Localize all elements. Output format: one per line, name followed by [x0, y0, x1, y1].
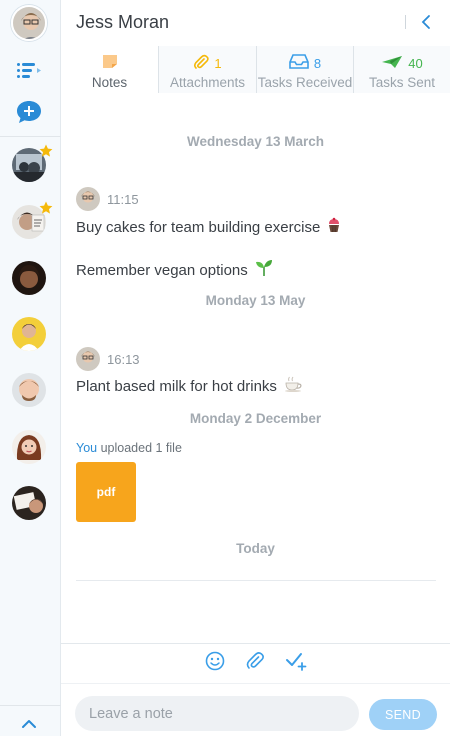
cupcake-icon — [326, 217, 342, 237]
hot-drink-icon — [283, 376, 303, 396]
contact-avatar-6[interactable] — [12, 430, 46, 464]
star-icon — [39, 201, 53, 214]
tab-label: Notes — [91, 75, 128, 90]
notes-feed: Wednesday 13 March 11:15 Buy cakes for t… — [61, 93, 450, 643]
send-button[interactable]: SEND — [369, 699, 437, 730]
note-text: Buy cakes for team building exercise — [76, 217, 342, 237]
note-text-content: Remember vegan options — [76, 261, 248, 279]
upload-author[interactable]: You — [76, 441, 97, 455]
note-input[interactable] — [75, 696, 359, 731]
tab-bar: Notes 1 Attachments 8 Tasks Received 40 … — [61, 46, 450, 93]
add-task-icon[interactable] — [285, 651, 307, 676]
notes-panel: Jess Moran Notes 1 Attachments 8 Tasks R… — [61, 0, 450, 736]
note-meta: 16:13 — [76, 347, 140, 371]
feed-divider — [76, 580, 436, 581]
panel-header: Jess Moran — [61, 0, 450, 46]
composer-toolbar — [61, 643, 450, 683]
rail-bottom-divider — [0, 705, 61, 706]
scroll-up-icon[interactable] — [21, 716, 37, 734]
paperclip-icon — [193, 54, 210, 73]
date-separator: Today — [236, 541, 275, 556]
paper-plane-icon — [381, 55, 403, 72]
note-icon — [102, 54, 118, 72]
date-separator: Monday 13 May — [205, 293, 306, 308]
note-meta: 11:15 — [76, 187, 139, 211]
contact-avatar-3[interactable] — [12, 261, 46, 295]
note-composer: SEND — [61, 683, 450, 736]
tab-tasks-sent[interactable]: 40 Tasks Sent — [353, 46, 450, 93]
date-separator: Wednesday 13 March — [186, 134, 325, 149]
tab-notes[interactable]: Notes — [61, 46, 158, 93]
tab-label: Tasks Received — [257, 75, 353, 90]
tab-label: Tasks Sent — [368, 75, 436, 90]
star-icon — [39, 144, 53, 157]
contact-avatar-5[interactable] — [12, 373, 46, 407]
note-time: 16:13 — [107, 351, 140, 367]
contact-name: Jess Moran — [76, 12, 170, 32]
author-avatar — [76, 187, 100, 211]
note-text-content: Buy cakes for team building exercise — [76, 218, 321, 236]
date-separator: Monday 2 December — [189, 411, 322, 426]
paperclip-icon[interactable] — [245, 651, 265, 676]
emoji-icon[interactable] — [205, 651, 225, 676]
contact-avatar-4[interactable] — [12, 317, 46, 351]
tasks-received-count: 8 — [313, 55, 322, 71]
menu-list-icon[interactable] — [17, 62, 43, 83]
inbox-tray-icon — [289, 54, 309, 72]
note-time: 11:15 — [107, 191, 139, 207]
note-text-content: Plant based milk for hot drinks — [76, 377, 277, 395]
note-text: Plant based milk for hot drinks — [76, 376, 303, 396]
tasks-sent-count: 40 — [408, 55, 423, 71]
file-type-label: pdf — [96, 485, 116, 499]
new-chat-icon[interactable] — [16, 100, 42, 129]
header-separator — [405, 15, 406, 29]
rail-divider — [0, 136, 61, 137]
tab-tasks-received[interactable]: 8 Tasks Received — [256, 46, 353, 93]
current-user-avatar[interactable] — [11, 5, 47, 41]
author-avatar — [76, 347, 100, 371]
chevron-left-icon[interactable] — [421, 14, 431, 35]
pdf-file-thumbnail[interactable]: pdf — [76, 462, 136, 522]
tab-attachments[interactable]: 1 Attachments — [158, 46, 256, 93]
attachments-count: 1 — [214, 55, 222, 71]
upload-notice: You uploaded 1 file — [76, 441, 182, 455]
contacts-rail — [0, 0, 61, 736]
seedling-icon — [254, 259, 274, 281]
upload-text: uploaded 1 file — [100, 441, 182, 455]
tab-label: Attachments — [169, 75, 246, 90]
note-text: Remember vegan options — [76, 259, 274, 281]
contact-avatar-7[interactable] — [12, 486, 46, 520]
